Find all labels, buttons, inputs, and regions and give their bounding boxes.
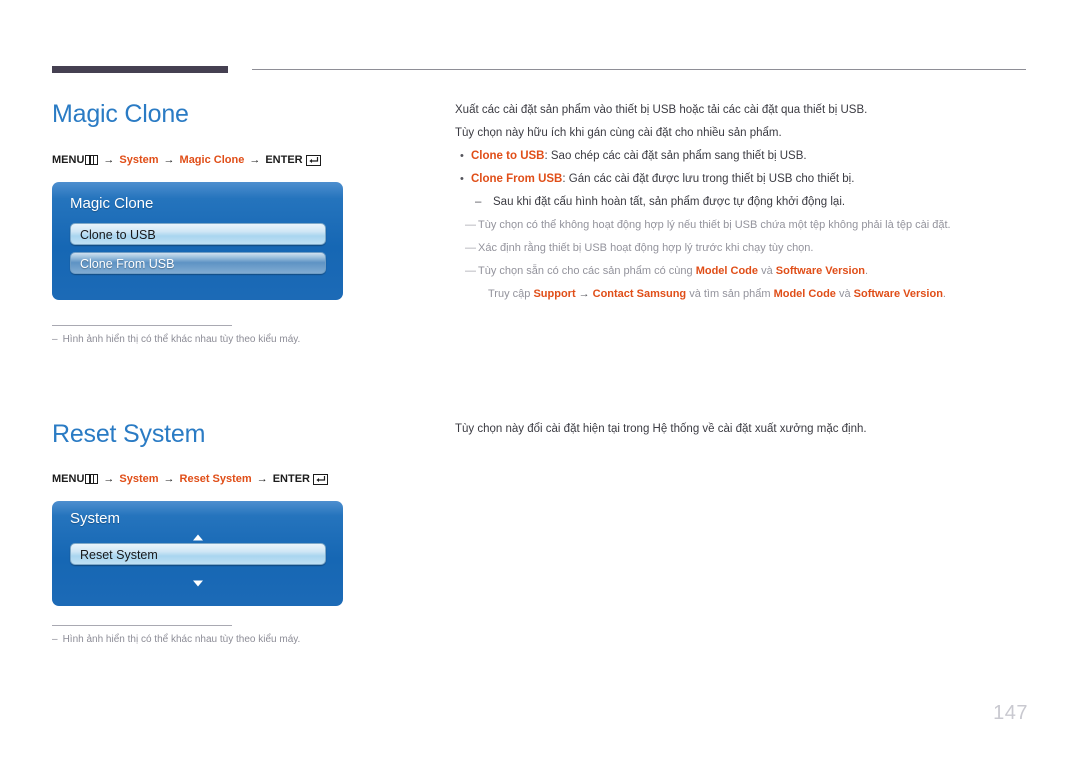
osd-panel-system: System Reset System — [52, 501, 343, 606]
note-usb-file-text: Tùy chọn có thể không hoạt động hợp lý n… — [478, 219, 951, 231]
osd-panel-magic-clone: Magic Clone Clone to USB Clone From USB — [52, 182, 343, 300]
note-support-mid: và tìm sản phẩm — [686, 288, 774, 300]
bullet-clone-from-usb-rest: : Gán các cài đặt được lưu trong thiết b… — [562, 173, 855, 185]
note-support-end: . — [942, 288, 946, 300]
header-rule-thin — [252, 69, 1026, 70]
note-model-code-lead: Tùy chọn sẵn có cho các sản phẩm có cùng — [478, 265, 696, 277]
menu-bars-icon — [85, 155, 99, 165]
document-page: Magic Clone MENU → System → Magic Clone … — [0, 0, 1080, 763]
osd-item-clone-from-usb[interactable]: Clone From USB — [70, 252, 326, 274]
term-contact-samsung: Contact Samsung — [592, 288, 687, 300]
menu-bars-icon — [85, 474, 99, 484]
bullet-marker: • — [460, 173, 464, 185]
note-model-code-mid: và — [758, 265, 776, 277]
sub-bullet-dash: – — [475, 196, 482, 208]
term-clone-to-usb: Clone to USB — [471, 150, 545, 162]
menu-path-enter-label: ENTER — [272, 473, 310, 485]
menu-path-step-reset-system: Reset System — [179, 473, 252, 485]
enter-return-icon — [312, 473, 328, 485]
menu-path-step-system: System — [119, 154, 159, 166]
osd-item-reset-system[interactable]: Reset System — [70, 543, 326, 565]
osd-title-magic-clone: Magic Clone — [70, 195, 154, 212]
menu-path-enter-label: ENTER — [265, 154, 303, 166]
page-number: 147 — [993, 702, 1028, 724]
menu-path-arrow-3: → — [249, 154, 261, 166]
note-usb-working-text: Xác định rằng thiết bị USB hoạt động hợp… — [478, 242, 814, 254]
magic-clone-paragraph-1: Xuất các cài đặt sản phẩm vào thiết bị U… — [455, 104, 868, 116]
sub-bullet-reboot: – Sau khi đặt cấu hình hoàn tất, sản phẩ… — [455, 191, 1035, 214]
note-usb-working: ― Xác định rằng thiết bị USB hoạt động h… — [455, 237, 1035, 260]
note-model-code-text: Tùy chọn sẵn có cho các sản phẩm có cùng… — [478, 260, 1035, 283]
menu-path-step-magic-clone: Magic Clone — [179, 154, 245, 166]
bullet-marker: • — [460, 150, 464, 162]
menu-path-step-system: System — [119, 473, 159, 485]
footnote-text: Hình ảnh hiển thị có thể khác nhau tùy t… — [62, 334, 301, 345]
sub-bullet-text: Sau khi đặt cấu hình hoàn tất, sản phẩm … — [493, 196, 846, 208]
note-usb-file: ― Tùy chọn có thể không hoạt động hợp lý… — [455, 214, 1035, 237]
note-support-lead: Truy cập — [488, 288, 534, 300]
bullet-clone-to-usb-rest: : Sao chép các cài đặt sản phẩm sang thi… — [544, 150, 807, 162]
note-support-mid-2: và — [835, 288, 854, 300]
page-title-magic-clone: Magic Clone — [52, 100, 189, 128]
bullet-clone-from-usb: • Clone From USB: Gán các cài đặt được l… — [455, 168, 1035, 191]
term-model-code: Model Code — [695, 265, 759, 277]
bullet-clone-to-usb: • Clone to USB: Sao chép các cài đặt sản… — [455, 145, 1035, 168]
enter-return-icon — [305, 154, 321, 166]
footnote-dash: – — [52, 634, 58, 645]
footnote-divider — [52, 325, 232, 326]
reset-system-paragraph-1: Tùy chọn này đổi cài đặt hiện tại trong … — [455, 423, 867, 435]
footnote-text-row: – Hình ảnh hiển thị có thể khác nhau tùy … — [52, 334, 382, 345]
menu-path-arrow-2: → — [163, 473, 175, 485]
footnote-reset-system: – Hình ảnh hiển thị có thể khác nhau tùy … — [52, 625, 382, 645]
footnote-text-row: – Hình ảnh hiển thị có thể khác nhau tùy … — [52, 634, 382, 645]
footnote-dash: – — [52, 334, 58, 345]
term-clone-from-usb: Clone From USB — [471, 173, 563, 185]
header-rule — [52, 66, 1026, 74]
page-title-reset-system: Reset System — [52, 420, 206, 448]
osd-scroll-down-icon[interactable] — [52, 580, 343, 587]
note-marker: ― — [465, 265, 476, 277]
note-support-path: Truy cập Support → Contact Samsung và tìm … — [455, 283, 1035, 306]
note-marker: ― — [465, 242, 476, 254]
footnote-divider — [52, 625, 232, 626]
note-marker: ― — [465, 219, 476, 231]
bullet-clone-from-usb-text: Clone From USB: Gán các cài đặt được lưu… — [471, 168, 854, 191]
header-rule-thick — [52, 66, 228, 73]
note-support-arrow: → — [578, 288, 590, 300]
note-model-code: ― Tùy chọn sẵn có cho các sản phẩm có cù… — [455, 260, 1035, 283]
reset-system-description: Tùy chọn này đổi cài đặt hiện tại trong … — [455, 418, 1035, 441]
term-model-code-2: Model Code — [773, 288, 836, 300]
term-support: Support — [533, 288, 576, 300]
menu-path-arrow-3: → — [256, 473, 268, 485]
menu-path-arrow-2: → — [163, 154, 175, 166]
note-model-code-end: . — [865, 265, 869, 277]
menu-path-menu-label: MENU — [52, 154, 85, 166]
footnote-text: Hình ảnh hiển thị có thể khác nhau tùy t… — [62, 634, 301, 645]
term-software-version-2: Software Version — [853, 288, 943, 300]
footnote-magic-clone: – Hình ảnh hiển thị có thể khác nhau tùy … — [52, 325, 382, 345]
menu-path-arrow-1: → — [103, 473, 115, 485]
term-software-version: Software Version — [775, 265, 866, 277]
menu-path-menu-label: MENU — [52, 473, 85, 485]
menu-path-reset-system: MENU → System → Reset System → ENTER — [52, 473, 328, 485]
bullet-clone-to-usb-text: Clone to USB: Sao chép các cài đặt sản p… — [471, 145, 807, 168]
menu-path-magic-clone: MENU → System → Magic Clone → ENTER — [52, 154, 321, 166]
osd-item-clone-to-usb[interactable]: Clone to USB — [70, 223, 326, 245]
menu-path-arrow-1: → — [103, 154, 115, 166]
magic-clone-description: Xuất các cài đặt sản phẩm vào thiết bị U… — [455, 99, 1035, 306]
osd-scroll-up-icon[interactable] — [52, 534, 343, 541]
magic-clone-paragraph-2: Tùy chọn này hữu ích khi gán cùng cài đặ… — [455, 127, 782, 139]
osd-title-system: System — [70, 510, 121, 527]
